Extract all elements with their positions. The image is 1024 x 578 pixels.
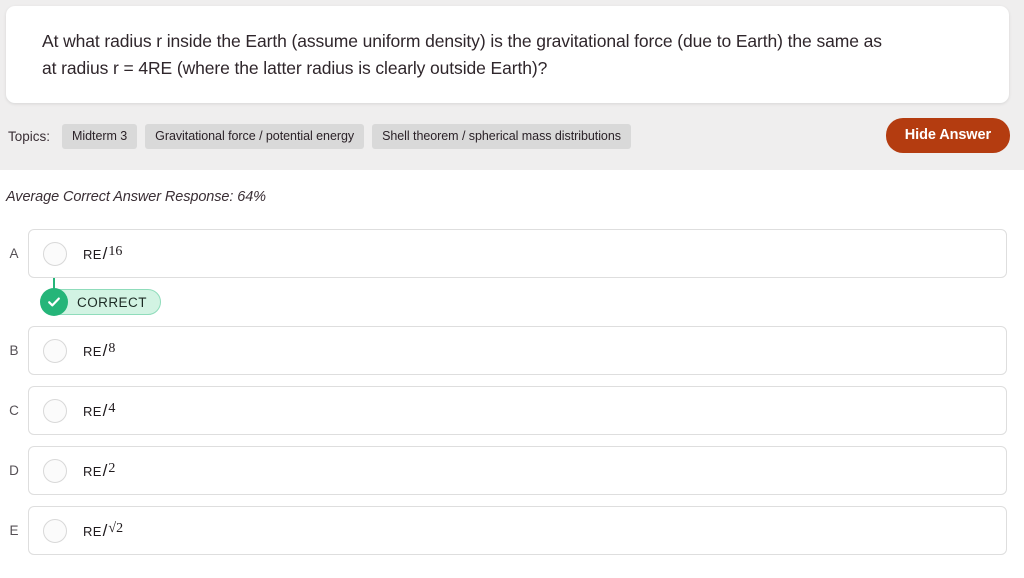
option-denominator-e: √2 <box>108 520 124 536</box>
option-row[interactable]: E RE / √2 <box>0 506 1024 555</box>
option-radio-a[interactable] <box>43 241 67 266</box>
hide-answer-button[interactable]: Hide Answer <box>885 118 1010 153</box>
option-slash-d: / <box>102 460 108 480</box>
option-base-c: RE <box>83 403 102 419</box>
option-box-c[interactable]: RE / 4 <box>28 386 1007 435</box>
option-letter-d: D <box>9 463 19 478</box>
option-base-a: RE <box>83 246 102 262</box>
topic-tag-3[interactable]: Shell theorem / spherical mass distribut… <box>372 123 631 149</box>
topics-bar: Topics: Midterm 3 Gravitational force / … <box>0 118 1024 154</box>
topic-tag-2[interactable]: Gravitational force / potential energy <box>145 123 365 149</box>
option-denominator-d: 2 <box>108 460 116 476</box>
option-base-e: RE <box>83 523 102 539</box>
option-denominator-b: 8 <box>108 340 116 356</box>
option-wrapper-a: A RE / 16 CORRECT <box>0 229 1024 316</box>
answer-options-list: A RE / 16 CORRECT B RE / 8 C RE / 4 D RE… <box>0 229 1024 566</box>
topics-label: Topics: <box>8 128 51 144</box>
option-letter-e: E <box>9 523 19 538</box>
option-radio-c[interactable] <box>43 398 67 423</box>
option-denominator-c: 4 <box>108 400 116 416</box>
question-card: At what radius r inside the Earth (assum… <box>6 6 1009 103</box>
option-box-d[interactable]: RE / 2 <box>28 446 1007 495</box>
option-radio-b[interactable] <box>43 338 67 363</box>
option-row[interactable]: A RE / 16 <box>0 229 1024 278</box>
option-slash-c: / <box>102 400 108 420</box>
option-letter-b: B <box>9 343 19 358</box>
option-box-b[interactable]: RE / 8 <box>28 326 1007 375</box>
option-slash-a: / <box>102 243 108 263</box>
topic-tag-1[interactable]: Midterm 3 <box>62 123 138 149</box>
option-row[interactable]: D RE / 2 <box>0 446 1024 495</box>
option-base-d: RE <box>83 463 102 479</box>
average-correct-answer-response: Average Correct Answer Response: 64% <box>6 189 266 205</box>
option-base-b: RE <box>83 343 102 359</box>
option-slash-b: / <box>102 340 108 360</box>
option-letter-a: A <box>9 246 19 261</box>
option-box-e[interactable]: RE / √2 <box>28 506 1007 555</box>
option-slash-e: / <box>102 520 108 540</box>
option-radio-d[interactable] <box>43 458 67 483</box>
option-denominator-a: 16 <box>108 243 123 259</box>
option-text-b: RE / 8 <box>83 341 115 361</box>
check-icon <box>40 288 68 316</box>
option-text-a: RE / 16 <box>83 244 122 264</box>
option-row[interactable]: C RE / 4 <box>0 386 1024 435</box>
option-letter-c: C <box>9 403 19 418</box>
option-text-d: RE / 2 <box>83 461 115 481</box>
option-row[interactable]: B RE / 8 <box>0 326 1024 375</box>
option-text-c: RE / 4 <box>83 401 115 421</box>
option-radio-e[interactable] <box>43 518 67 543</box>
question-text: At what radius r inside the Earth (assum… <box>42 30 882 78</box>
correct-answer-badge: CORRECT <box>40 288 161 316</box>
correct-label: CORRECT <box>77 294 147 310</box>
option-text-e: RE / √2 <box>83 521 123 541</box>
option-box-a[interactable]: RE / 16 <box>28 229 1007 278</box>
